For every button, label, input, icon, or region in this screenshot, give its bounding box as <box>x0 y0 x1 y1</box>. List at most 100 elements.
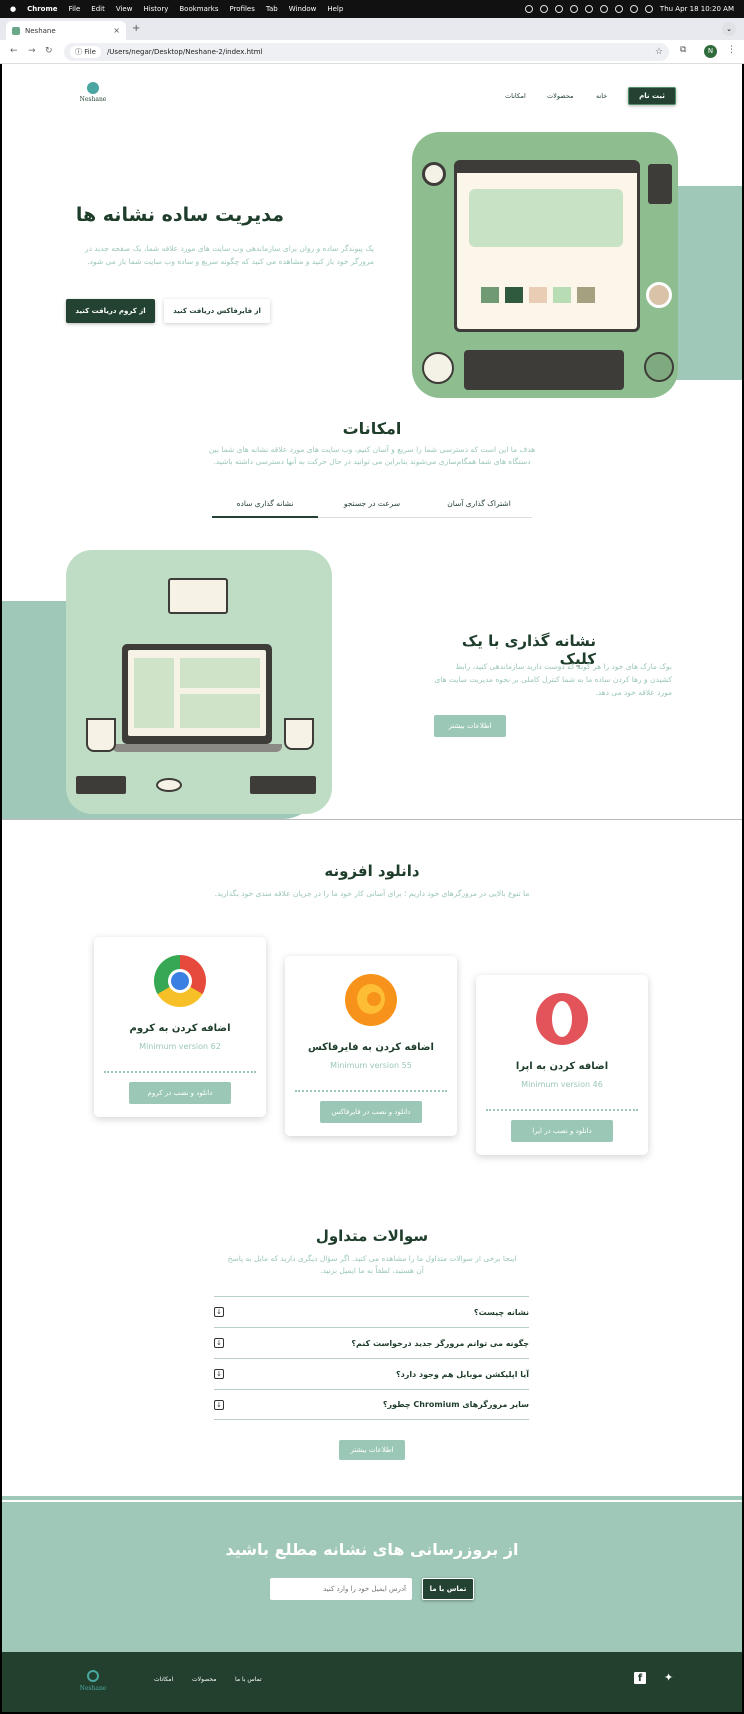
wifi-icon[interactable] <box>599 5 608 13</box>
menubar-clock[interactable]: Thu Apr 18 10:20 AM <box>660 5 734 13</box>
feature-more-info-button[interactable]: اطلاعات بیشتر <box>434 715 506 737</box>
illustration-laptop <box>122 644 272 744</box>
chrome-install-button[interactable]: دانلود و نصب در کروم <box>129 1082 231 1104</box>
back-arrow-icon[interactable]: ← <box>10 46 18 56</box>
get-from-firefox-button[interactable]: از فایرفاکس دریافت کنید <box>164 299 270 323</box>
nav-home[interactable]: خانه <box>596 92 607 100</box>
firefox-extension-card: اضافه کردن به فایرفاکس Minimum version 5… <box>285 956 457 1136</box>
faq-item[interactable]: ↓ نشانه چیست؟ <box>214 1296 529 1327</box>
logo-mark-icon <box>87 82 99 94</box>
firefox-card-version: Minimum version 55 <box>330 1061 412 1070</box>
address-bar[interactable]: ⓘ File /Users/negar/Desktop/Neshane-2/in… <box>64 43 669 61</box>
card-divider <box>486 1109 638 1111</box>
faq-question[interactable]: آیا اپلیکشن موبایل هم وجود دارد؟ <box>396 1370 529 1379</box>
menu-help[interactable]: Help <box>327 5 343 13</box>
firefox-card-title: اضافه کردن به فایرفاکس <box>308 1042 434 1053</box>
card-divider <box>295 1090 447 1092</box>
nav-products[interactable]: محصولات <box>547 92 574 100</box>
opera-install-button[interactable]: دانلود و نصب در اپرا <box>511 1120 613 1142</box>
chrome-logo-icon <box>154 955 206 1007</box>
browser-toolbar: ← → ↻ ⓘ File /Users/negar/Desktop/Neshan… <box>0 40 744 64</box>
faq-question[interactable]: سایر مرورگرهای Chromium چطور؟ <box>383 1400 529 1409</box>
spotlight-search-icon[interactable] <box>614 5 623 13</box>
menu-file[interactable]: File <box>69 5 81 13</box>
footer-link-contact[interactable]: تماس با ما <box>235 1676 262 1683</box>
expand-arrow-icon[interactable]: ↓ <box>214 1399 224 1410</box>
facebook-icon[interactable]: f <box>634 1672 646 1684</box>
faq-more-info-button[interactable]: اطلاعات بیشتر <box>339 1440 405 1460</box>
status-record-icon[interactable] <box>524 5 533 13</box>
expand-arrow-icon[interactable]: ↓ <box>214 1369 224 1379</box>
opera-card-title: اضافه کردن به اپرا <box>515 1061 609 1072</box>
faq-item[interactable]: ↓ آیا اپلیکشن موبایل هم وجود دارد؟ <box>214 1358 529 1389</box>
contact-us-button[interactable]: تماس با ما <box>422 1578 474 1600</box>
macos-menubar: ● Chrome File Edit View History Bookmark… <box>0 0 744 18</box>
extensions-puzzle-icon[interactable]: ⧉ <box>680 45 686 55</box>
faq-item[interactable]: ↓ چگونه می توانم مرورگر جدید درخواست کنم… <box>214 1327 529 1358</box>
firefox-install-button[interactable]: دانلود و نصب در فایرفاکس <box>320 1101 422 1123</box>
chrome-card-version: Minimum version 62 <box>139 1042 221 1051</box>
footer-logo[interactable]: Neshane <box>78 1668 108 1698</box>
features-tabs: نشانه گذاری ساده سرعت در جستجو اشتراک گذ… <box>212 494 532 518</box>
faq-question[interactable]: نشانه چیست؟ <box>474 1308 529 1317</box>
hero-description: یک پیوندگر ساده و روان برای سازماندهی وب… <box>84 244 374 266</box>
hero-illustration <box>412 132 678 398</box>
menu-view[interactable]: View <box>116 5 133 13</box>
faq-question[interactable]: چگونه می توانم مرورگر جدید درخواست کنم؟ <box>351 1339 529 1348</box>
site-info-chip[interactable]: ⓘ File <box>70 46 101 58</box>
new-tab-button[interactable]: + <box>132 23 140 34</box>
tab-close-icon[interactable]: × <box>113 26 120 35</box>
status-display-icon[interactable] <box>554 5 563 13</box>
download-title: دانلود افزونه <box>324 862 420 880</box>
email-input[interactable] <box>270 1578 412 1600</box>
tab-easy-sharing[interactable]: اشتراک گذاری آسان <box>426 494 532 518</box>
battery-icon[interactable] <box>569 5 578 13</box>
signup-button[interactable]: ثبت نام <box>628 87 676 105</box>
bookmark-star-icon[interactable]: ☆ <box>655 47 663 57</box>
menu-app-name[interactable]: Chrome <box>27 5 57 13</box>
site-logo[interactable]: Neshane <box>78 80 108 110</box>
feature-panel-text: بوک مارک های خود را هر گونه که دوست داری… <box>434 662 672 697</box>
opera-logo-icon <box>536 993 588 1045</box>
expand-arrow-icon[interactable]: ↓ <box>214 1307 224 1317</box>
menu-history[interactable]: History <box>143 5 168 13</box>
chrome-card-title: اضافه کردن به کروم <box>129 1023 231 1034</box>
footer-logo-text: Neshane <box>79 1685 107 1692</box>
tab-simple-bookmarking[interactable]: نشانه گذاری ساده <box>212 494 318 518</box>
url-text[interactable]: /Users/negar/Desktop/Neshane-2/index.htm… <box>107 48 263 56</box>
get-from-chrome-button[interactable]: از کروم دریافت کنید <box>66 299 155 323</box>
menu-profiles[interactable]: Profiles <box>229 5 254 13</box>
forward-arrow-icon[interactable]: → <box>28 46 36 56</box>
siri-icon[interactable] <box>644 5 653 13</box>
nav-features[interactable]: امکانات <box>505 92 526 100</box>
control-center-icon[interactable] <box>629 5 638 13</box>
footer-link-products[interactable]: محصولات <box>192 1676 216 1683</box>
firefox-logo-icon <box>345 974 397 1026</box>
tab-title: Neshane <box>25 26 56 35</box>
logo-text: Neshane <box>79 96 107 103</box>
download-subtitle: ما تنوع بالایی در مرورگرهای خود داریم ؛ … <box>214 889 530 898</box>
features-description: هدف ما این است که دسترسی شما را سریع و آ… <box>208 445 536 466</box>
browser-tab[interactable]: Neshane × <box>6 21 126 40</box>
menu-window[interactable]: Window <box>289 5 317 13</box>
profile-avatar[interactable]: N <box>704 45 717 58</box>
card-divider <box>104 1071 256 1073</box>
reload-icon[interactable]: ↻ <box>45 46 53 56</box>
tab-search-chevron-icon[interactable]: ⌄ <box>722 22 736 36</box>
section-divider <box>2 819 742 820</box>
expand-arrow-icon[interactable]: ↓ <box>214 1338 224 1348</box>
opera-card-version: Minimum version 46 <box>521 1080 603 1089</box>
twitter-icon[interactable]: ✦ <box>664 1671 673 1684</box>
menu-bookmarks[interactable]: Bookmarks <box>179 5 218 13</box>
faq-item[interactable]: ↓ سایر مرورگرهای Chromium چطور؟ <box>214 1389 529 1420</box>
feature-illustration <box>66 550 332 814</box>
chrome-menu-icon[interactable]: ⋮ <box>727 45 736 55</box>
tab-search-speed[interactable]: سرعت در جستجو <box>319 494 425 518</box>
site-footer: Neshane امکانات محصولات تماس با ما f ✦ <box>2 1652 742 1712</box>
menu-edit[interactable]: Edit <box>91 5 105 13</box>
bluetooth-icon[interactable] <box>584 5 593 13</box>
footer-link-features[interactable]: امکانات <box>154 1676 173 1683</box>
apple-menu-icon[interactable]: ● <box>10 5 16 13</box>
status-extension-icon[interactable] <box>539 5 548 13</box>
menu-tab[interactable]: Tab <box>266 5 278 13</box>
